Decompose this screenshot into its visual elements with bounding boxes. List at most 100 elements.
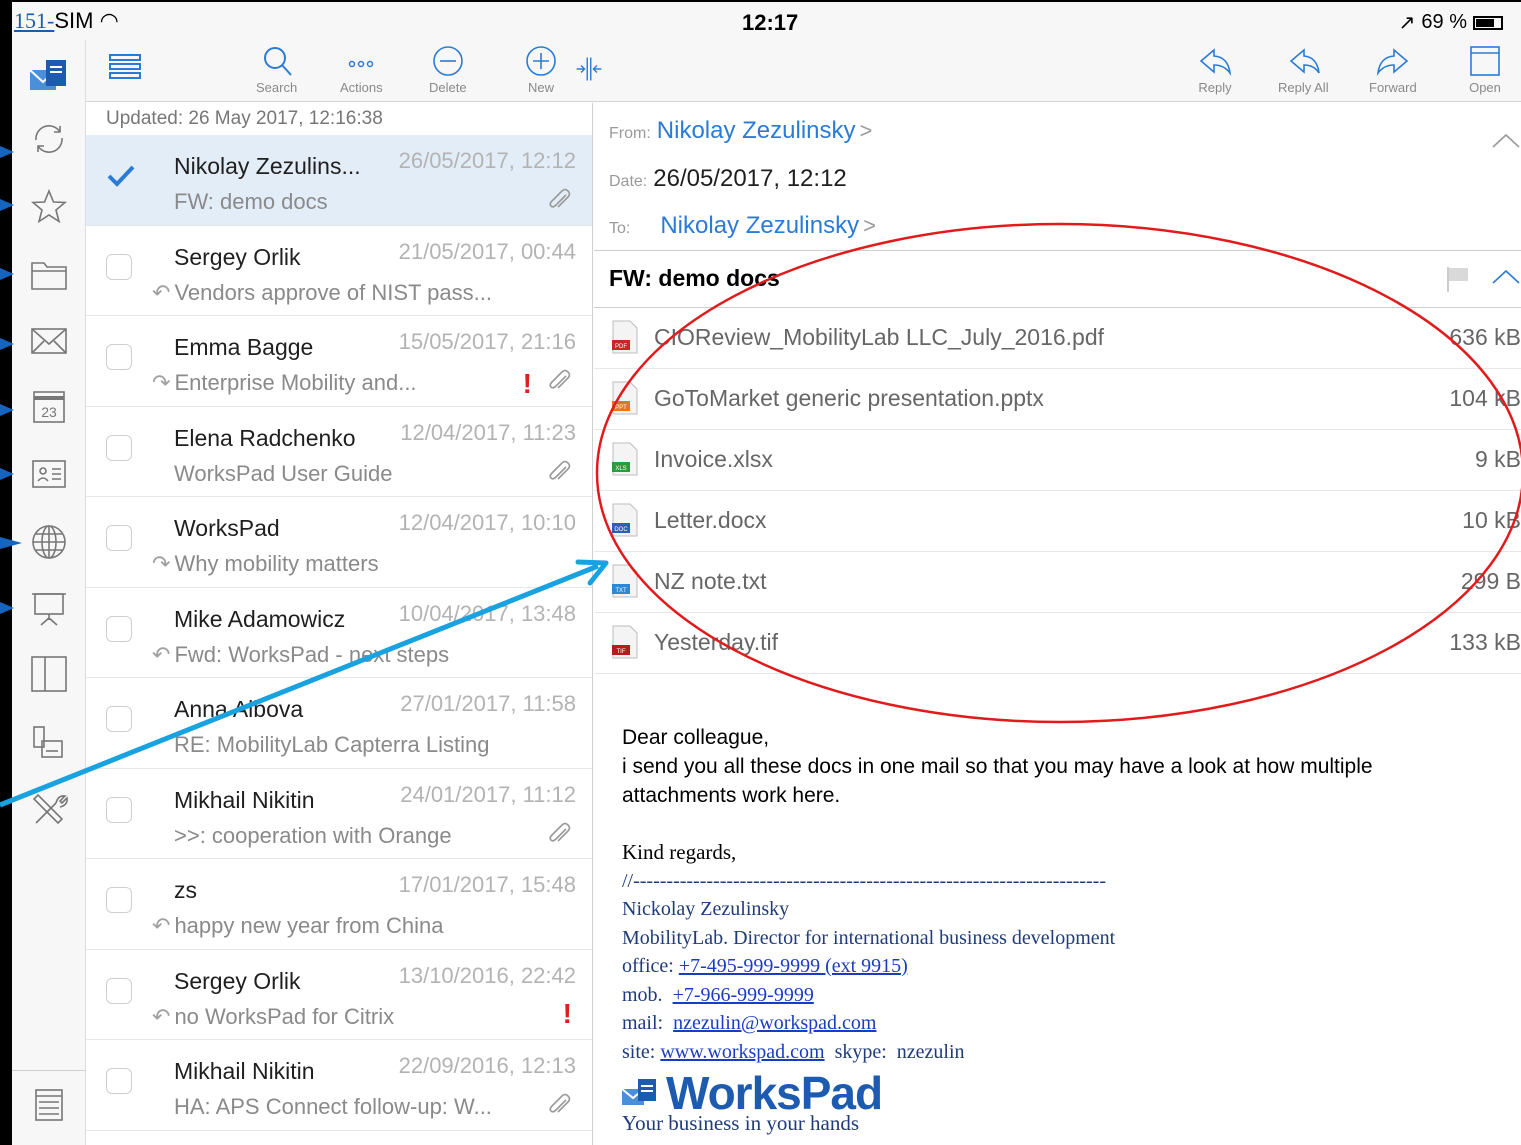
message-row[interactable]: Mike Adamowicz 10/04/2017, 13:48 ↶ Fwd: Wor… [86, 588, 592, 678]
message-subject-preview: WorksPad User Guide [174, 460, 393, 486]
from-line: From: Nikolay Zezulinsky > [609, 117, 873, 144]
carrier-label: 151-SIM ◠ [14, 8, 119, 33]
attachment-size: 104 kB [1449, 385, 1521, 411]
from-sender-link[interactable]: Nikolay Zezulinsky [657, 117, 856, 144]
sync-icon[interactable] [24, 114, 74, 164]
message-subject-preview: >>: cooperation with Orange [174, 822, 452, 848]
attachment-row[interactable]: DOC Letter.docx 10 kB [594, 491, 1521, 552]
message-date: 24/01/2017, 11:12 [400, 781, 576, 807]
message-sender: Mikhail Nikitin [174, 1058, 315, 1084]
file-type-icon: TXT [612, 564, 638, 598]
message-flags: ! [523, 368, 572, 399]
contacts-card-icon[interactable] [24, 449, 74, 499]
location-icon: ↗ [1398, 12, 1416, 34]
message-subject-preview: ↷ Why mobility matters [152, 551, 379, 576]
forward-button[interactable]: Forward [1369, 44, 1417, 95]
message-body: Dear colleague, i send you all these doc… [622, 726, 1373, 807]
replied-icon: ↶ [152, 279, 171, 305]
message-date: 17/01/2017, 15:48 [398, 872, 576, 897]
message-date: 27/01/2017, 11:58 [400, 691, 576, 716]
split-view-icon[interactable] [24, 649, 74, 699]
new-button[interactable]: New [524, 44, 558, 95]
to-line: To: Nikolay Zezulinsky > [609, 212, 876, 239]
email-link[interactable]: nzezulin@workspad.com [673, 1012, 876, 1034]
attachment-row[interactable]: PDF CIOReview_MobilityLab LLC_July_2016.p… [594, 308, 1521, 369]
favorites-star-icon[interactable] [24, 182, 74, 232]
subject-bar: FW: demo docs [594, 250, 1521, 308]
message-date: 22/09/2016, 12:13 [398, 1053, 576, 1078]
to-recipient-link[interactable]: Nikolay Zezulinsky [660, 212, 859, 239]
message-row[interactable]: Emma Bagge 15/05/2017, 21:16 ↷ Enterprise M… [86, 316, 592, 407]
message-row[interactable]: zs 17/01/2017, 15:48 ↶ happy new year from … [86, 859, 592, 950]
office-phone-link[interactable]: +7-495-999-9999 (ext 9915) [679, 955, 908, 977]
message-sender: WorksPad [174, 515, 280, 541]
row-checkbox[interactable] [106, 434, 132, 461]
row-checkbox[interactable] [106, 163, 135, 189]
message-row[interactable]: Elena Radchenko 12/04/2017, 11:23 WorksPad… [86, 407, 592, 497]
globe-icon[interactable] [24, 517, 74, 567]
row-checkbox[interactable] [106, 344, 132, 370]
flag-icon[interactable] [1445, 265, 1471, 293]
minus-circle-icon [432, 46, 463, 76]
row-checkbox[interactable] [106, 887, 132, 913]
actions-button[interactable]: Actions [340, 44, 383, 95]
row-checkbox[interactable] [106, 977, 132, 1004]
collapse-attachments-icon[interactable] [1491, 267, 1521, 287]
replied-icon: ↶ [152, 913, 171, 938]
calendar-icon[interactable]: 23 [24, 382, 74, 432]
search-button[interactable]: Search [256, 44, 297, 95]
message-flags [546, 187, 572, 218]
message-row[interactable]: Anna Albova 27/01/2017, 11:58 RE: Mobility… [86, 678, 592, 769]
attachment-size: 9 kB [1474, 446, 1521, 472]
mail-app-icon[interactable] [24, 52, 74, 102]
svg-text:TIF: TIF [617, 649, 626, 655]
attachment-row[interactable]: PPT GoToMarket generic presentation.pptx 1… [594, 369, 1521, 430]
folder-icon[interactable] [24, 249, 74, 299]
message-row[interactable]: Sergey Orlik 21/05/2017, 00:44 ↶ Vendors ap… [86, 226, 592, 316]
attachment-size: 10 kB [1462, 507, 1521, 533]
reply-all-button[interactable]: Reply All [1278, 44, 1329, 95]
message-row[interactable]: Mikhail Nikitin 24/01/2017, 11:12 >>: coop… [86, 769, 592, 859]
row-checkbox[interactable] [106, 1068, 132, 1094]
attachment-row[interactable]: TXT NZ note.txt 299 B [594, 552, 1521, 613]
delete-button[interactable]: Delete [429, 44, 467, 95]
message-flags [546, 459, 572, 490]
presentation-icon[interactable] [24, 584, 74, 634]
message-subject-preview: FW: demo docs [174, 189, 328, 214]
message-row[interactable]: Mikhail Nikitin 22/09/2016, 12:13 HA: APS … [86, 1040, 592, 1131]
svg-text:TXT: TXT [615, 588, 627, 594]
collapse-header-icon[interactable] [1491, 131, 1521, 151]
menu-button[interactable] [108, 50, 142, 84]
row-checkbox[interactable] [106, 706, 132, 732]
tools-icon[interactable] [24, 785, 74, 835]
attachment-row[interactable]: TIF Yesterday.tif 133 kB [594, 613, 1521, 674]
windows-icon[interactable] [24, 1080, 74, 1130]
attachment-row[interactable]: XLS Invoice.xlsx 9 kB [594, 430, 1521, 491]
toolbar: Search Actions Delete New Reply Reply Al… [86, 40, 1521, 102]
status-bar: 151-SIM ◠ 12:17 ↗ 69 % [0, 0, 1521, 40]
replied-icon: ↶ [152, 1003, 171, 1029]
svg-text:XLS: XLS [615, 466, 626, 472]
website-link[interactable]: www.workspad.com [660, 1041, 824, 1063]
devices-icon[interactable] [24, 717, 74, 767]
file-type-icon: PPT [612, 381, 638, 415]
message-row[interactable]: Nikolay Zezulins... 26/05/2017, 12:12 FW: … [86, 135, 592, 226]
attachment-name: Invoice.xlsx [654, 446, 773, 472]
message-subject-preview: ↶ no WorksPad for Citrix [152, 1003, 395, 1029]
resize-divider-button[interactable] [574, 54, 604, 84]
row-checkbox[interactable] [106, 615, 132, 642]
mobile-phone-link[interactable]: +7-966-999-9999 [673, 984, 814, 1006]
svg-text:23: 23 [41, 404, 57, 420]
message-sender: Emma Bagge [174, 334, 314, 360]
svg-text:PPT: PPT [615, 405, 627, 411]
row-checkbox[interactable] [106, 253, 132, 280]
message-row[interactable]: WorksPad 12/04/2017, 10:10 ↷ Why mobility m… [86, 497, 592, 588]
open-button[interactable]: Open [1468, 44, 1502, 95]
row-checkbox[interactable] [106, 525, 132, 551]
clock: 12:17 [742, 10, 799, 35]
reply-button[interactable]: Reply [1198, 44, 1232, 95]
row-checkbox[interactable] [106, 796, 132, 823]
envelope-icon[interactable] [24, 316, 74, 366]
message-sender: Sergey Orlik [174, 967, 301, 994]
message-row[interactable]: Sergey Orlik 13/10/2016, 22:42 ↶ no WorksPa… [86, 950, 592, 1040]
